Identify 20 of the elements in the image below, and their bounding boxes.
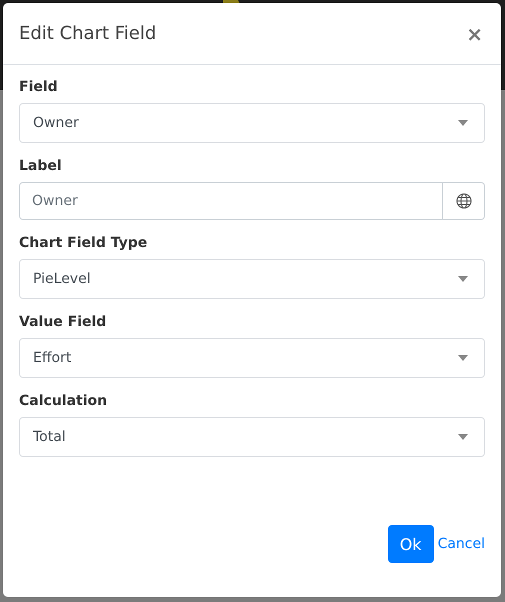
field-label: Value Field xyxy=(19,314,108,330)
translate-button[interactable] xyxy=(443,182,485,220)
close-button[interactable]: × xyxy=(464,24,485,44)
dialog-title: Edit Chart Field xyxy=(19,23,156,44)
field-label: Field xyxy=(19,79,59,95)
caret-icon xyxy=(458,120,468,126)
select-field[interactable]: PieLevel xyxy=(19,259,485,299)
caret-icon xyxy=(458,434,468,440)
globe-icon xyxy=(456,193,472,209)
field-label: Calculation xyxy=(19,393,108,409)
select-field[interactable]: Effort xyxy=(19,338,485,378)
field-label: Chart Field Type xyxy=(19,235,148,251)
cancel-link[interactable]: Cancel xyxy=(438,536,485,552)
caret-icon xyxy=(458,276,468,282)
caret-icon xyxy=(458,355,468,361)
ok-button[interactable]: Ok xyxy=(388,525,434,563)
select-field[interactable]: Owner xyxy=(19,103,485,143)
select-field[interactable]: Total xyxy=(19,417,485,457)
text-field[interactable]: Owner xyxy=(19,182,443,220)
field-label: Label xyxy=(19,158,63,174)
